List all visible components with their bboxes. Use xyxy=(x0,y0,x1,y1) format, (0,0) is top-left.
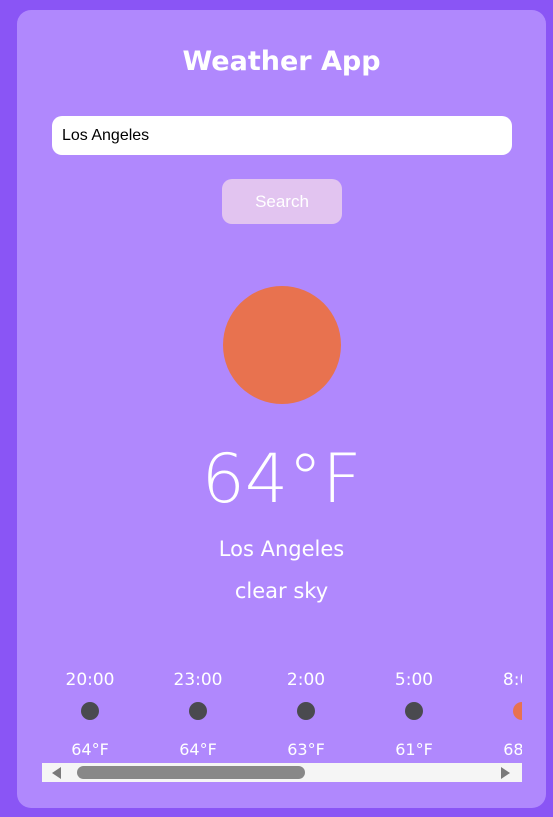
forecast-temp: 64°F xyxy=(179,740,217,759)
forecast-item: 2:00 63°F xyxy=(258,662,366,762)
night-dot-icon xyxy=(189,702,207,720)
forecast-time: 20:00 xyxy=(65,670,115,690)
forecast-item: 23:00 64°F xyxy=(150,662,258,762)
weather-description: clear sky xyxy=(234,579,329,603)
scroll-right-arrow-icon[interactable] xyxy=(501,767,510,779)
forecast-temp: 61°F xyxy=(395,740,433,759)
app-title: Weather App xyxy=(182,46,381,77)
scroll-left-arrow-icon[interactable] xyxy=(52,767,61,779)
forecast-scrollbar[interactable] xyxy=(42,763,522,782)
forecast-time: 8:00 xyxy=(502,670,522,690)
forecast-temp: 68°F xyxy=(503,740,522,759)
night-dot-icon xyxy=(405,702,423,720)
forecast-time: 23:00 xyxy=(173,670,223,690)
forecast-time: 5:00 xyxy=(394,670,434,690)
forecast-item: 5:00 61°F xyxy=(366,662,474,762)
city-name: Los Angeles xyxy=(218,537,345,561)
current-temperature: 64°F xyxy=(201,440,362,519)
weather-card: Weather App Search 64°F Los Angeles clea… xyxy=(17,10,546,808)
night-dot-icon xyxy=(297,702,315,720)
forecast-time: 2:00 xyxy=(286,670,326,690)
sun-icon xyxy=(223,286,341,404)
forecast-item: 20:00 64°F xyxy=(42,662,150,762)
hourly-forecast[interactable]: 20:00 64°F 23:00 64°F 2:00 63°F 5:00 61°… xyxy=(42,662,522,782)
sun-dot-icon xyxy=(513,702,522,720)
night-dot-icon xyxy=(81,702,99,720)
search-button[interactable]: Search xyxy=(222,179,342,224)
scroll-thumb[interactable] xyxy=(77,766,305,779)
search-input[interactable] xyxy=(52,116,512,155)
forecast-temp: 64°F xyxy=(71,740,109,759)
forecast-temp: 63°F xyxy=(287,740,325,759)
forecast-item: 8:00 68°F xyxy=(474,662,522,762)
forecast-track: 20:00 64°F 23:00 64°F 2:00 63°F 5:00 61°… xyxy=(42,662,522,762)
